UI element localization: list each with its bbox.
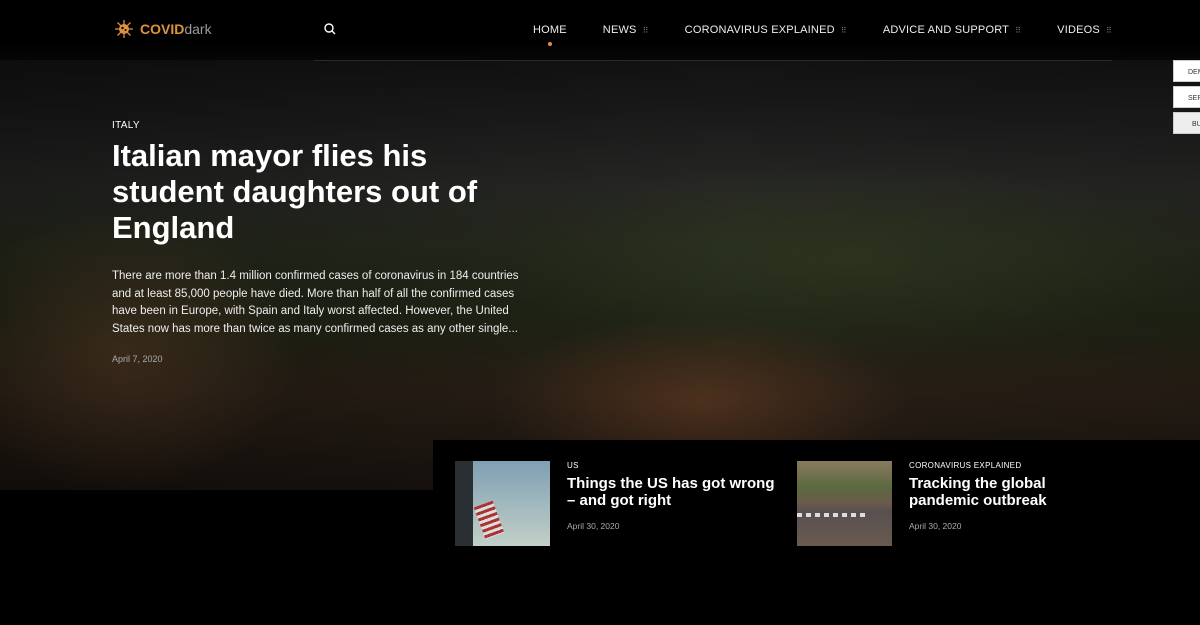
grid-icon: ⠿: [642, 25, 649, 35]
card-title[interactable]: Tracking the global pandemic outbreak: [909, 475, 1119, 509]
grid-icon: ⠿: [840, 25, 847, 35]
brand-name-rest: dark: [184, 21, 212, 37]
side-button-services[interactable]: SERV: [1173, 86, 1200, 108]
grid-icon: ⠿: [1105, 25, 1112, 35]
search-icon[interactable]: [324, 23, 336, 35]
grid-icon: ⠿: [1015, 25, 1022, 35]
brand-name-accent: COVID: [140, 21, 185, 37]
street-thumbnail[interactable]: [797, 461, 892, 546]
card-category[interactable]: US: [567, 461, 777, 470]
nav-label: VIDEOS: [1057, 24, 1100, 36]
side-button-demos[interactable]: DEM: [1173, 60, 1200, 82]
card-date: April 30, 2020: [909, 521, 962, 531]
nav-coronavirus-explained[interactable]: CORONAVIRUS EXPLAINED ⠿: [685, 24, 847, 36]
card-date: April 30, 2020: [567, 521, 620, 531]
card-category[interactable]: CORONAVIRUS EXPLAINED: [909, 461, 1119, 470]
nav-home[interactable]: HOME: [532, 24, 567, 46]
hero-title[interactable]: Italian mayor flies his student daughter…: [112, 138, 492, 246]
article-card[interactable]: CORONAVIRUS EXPLAINED Tracking the globa…: [797, 461, 1119, 546]
header-divider: [314, 60, 1112, 61]
article-card[interactable]: US Things the US has got wrong – and got…: [455, 461, 777, 546]
hero-excerpt: There are more than 1.4 million confirme…: [112, 270, 519, 335]
nav-news[interactable]: NEWS ⠿: [603, 24, 649, 36]
nav-advice-and-support[interactable]: ADVICE AND SUPPORT ⠿: [883, 24, 1021, 36]
nav-label: HOME: [532, 24, 567, 36]
side-button-buy[interactable]: BU: [1173, 112, 1200, 134]
hero-date: April 7, 2020: [112, 354, 163, 364]
nav-label: ADVICE AND SUPPORT: [882, 24, 1010, 36]
main-nav: HOME NEWS ⠿ CORONAVIRUS EXPLAINED ⠿ ADVICE…: [532, 24, 1112, 46]
us-flag-thumbnail[interactable]: [455, 461, 550, 546]
nav-label: NEWS: [602, 24, 637, 36]
nav-videos[interactable]: VIDEOS ⠿: [1057, 24, 1112, 36]
featured-cards: US Things the US has got wrong – and got…: [433, 440, 1200, 625]
card-title[interactable]: Things the US has got wrong – and got ri…: [567, 475, 777, 509]
virus-icon: [115, 20, 133, 38]
logo[interactable]: COVIDdark: [114, 19, 212, 39]
hero-category[interactable]: ITALY: [112, 120, 532, 131]
nav-label: CORONAVIRUS EXPLAINED: [684, 24, 835, 36]
hero-article: ITALY Italian mayor flies his student da…: [112, 120, 532, 364]
